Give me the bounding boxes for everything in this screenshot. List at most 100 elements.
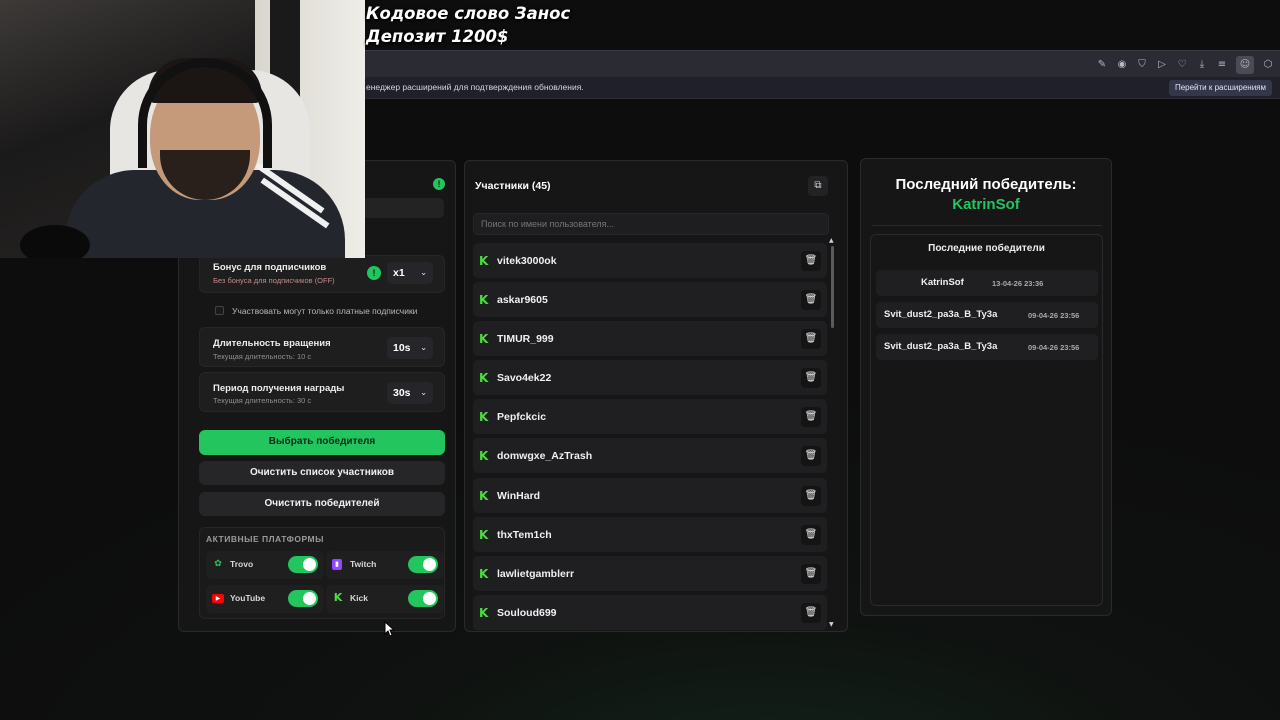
participant-row[interactable]: K Pepfckcic 🗑: [473, 399, 827, 434]
participant-row[interactable]: K WinHard 🗑: [473, 478, 827, 513]
participant-list: K vitek3000ok 🗑 K askar9605 🗑 K TIMUR_99…: [473, 242, 827, 630]
spin-duration-title: Длительность вращения: [213, 338, 331, 349]
participant-search-input[interactable]: [473, 213, 829, 235]
youtube-icon: ▶: [212, 594, 224, 603]
kick-icon: K: [479, 606, 489, 620]
winner-name: KatrinSof: [921, 277, 964, 288]
subscriber-bonus-title: Бонус для подписчиков: [213, 262, 327, 273]
twitch-icon: ▮: [332, 559, 342, 570]
go-to-extensions-button[interactable]: Перейти к расширениям: [1168, 80, 1272, 96]
settings-input[interactable]: [360, 198, 444, 218]
trash-icon[interactable]: 🗑: [801, 564, 821, 584]
participant-row[interactable]: K Souloud699 🗑: [473, 595, 827, 630]
kick-icon: K: [479, 293, 489, 307]
trash-icon[interactable]: 🗑: [801, 525, 821, 545]
pick-winner-button[interactable]: Выбрать победителя: [199, 430, 445, 455]
trash-icon[interactable]: 🗑: [801, 446, 821, 466]
extension-icon[interactable]: ⬡: [1262, 59, 1274, 71]
participant-row[interactable]: K thxTem1ch 🗑: [473, 517, 827, 552]
scroll-thumb[interactable]: [831, 246, 834, 328]
user-icon[interactable]: ☺: [1236, 55, 1254, 74]
participant-row[interactable]: K askar9605 🗑: [473, 282, 827, 317]
winner-row: Svit_dust2_pa3a_B_Ty3a 09-04-26 23:56: [876, 334, 1098, 360]
kick-icon: K: [479, 528, 489, 542]
participant-name: lawlietgamblerr: [497, 568, 575, 580]
last-winner-heading: Последний победитель: KatrinSof: [862, 175, 1110, 215]
trash-icon[interactable]: 🗑: [801, 329, 821, 349]
winner-row: Svit_dust2_pa3a_B_Ty3a 09-04-26 23:56: [876, 302, 1098, 328]
play-icon[interactable]: ▷: [1156, 59, 1168, 71]
kick-toggle[interactable]: [408, 590, 438, 607]
menu-icon[interactable]: ≡: [1216, 59, 1228, 71]
download-icon[interactable]: ⤓: [1196, 59, 1208, 71]
copy-icon[interactable]: ⧉: [808, 176, 828, 196]
browser-toolbar-icons: ✎ ◉ ⛉ ▷ ♡ ⤓ ≡ ☺ ⬡: [1096, 51, 1280, 78]
info-icon[interactable]: !: [367, 266, 381, 280]
youtube-toggle[interactable]: [288, 590, 318, 607]
info-icon[interactable]: !: [433, 178, 445, 190]
participant-name: Pepfckcic: [497, 411, 547, 423]
notification-text: енеджер расширений для подтверждения обн…: [366, 82, 584, 92]
paid-only-checkbox[interactable]: [215, 306, 224, 315]
participant-row[interactable]: K vitek3000ok 🗑: [473, 243, 827, 278]
winner-date: 09-04-26 23:56: [1028, 311, 1080, 320]
spin-duration-subtitle: Текущая длительность: 10 с: [213, 352, 312, 361]
winner-name: Svit_dust2_pa3a_B_Ty3a: [884, 309, 998, 320]
last-winner-name: KatrinSof: [952, 196, 1020, 213]
trash-icon[interactable]: 🗑: [801, 251, 821, 271]
participant-name: Souloud699: [497, 607, 557, 619]
claim-period-value: 30s: [393, 387, 411, 399]
recent-winners-title: Последние победители: [928, 243, 1045, 254]
paid-only-label: Участвовать могут только платные подписч…: [232, 306, 418, 316]
winner-row: KatrinSof 13-04-26 23:36: [876, 270, 1098, 296]
trovo-icon: ✿: [214, 559, 222, 569]
subscriber-bonus-select[interactable]: x1 ⌄: [387, 262, 433, 284]
trash-icon[interactable]: 🗑: [801, 368, 821, 388]
participant-row[interactable]: K domwgxe_AzTrash 🗑: [473, 438, 827, 473]
platform-kick: K Kick: [326, 585, 444, 613]
camera-icon[interactable]: ◉: [1116, 59, 1128, 71]
platform-trovo: ✿ Trovo: [206, 551, 324, 579]
spin-duration-value: 10s: [393, 342, 411, 354]
chevron-down-icon: ⌄: [420, 388, 427, 397]
platforms-section-label: АКТИВНЫЕ ПЛАТФОРМЫ: [206, 534, 324, 544]
participants-title: Участники (45): [475, 180, 551, 192]
kick-icon: K: [333, 591, 343, 604]
trovo-toggle[interactable]: [288, 556, 318, 573]
stream-overlay-text: Кодовое слово Занос Депозит 1200$: [366, 2, 570, 48]
chevron-down-icon: ⌄: [420, 268, 427, 277]
participant-row[interactable]: K lawlietgamblerr 🗑: [473, 556, 827, 591]
claim-period-subtitle: Текущая длительность: 30 с: [213, 396, 312, 405]
overlay-line-2: Депозит 1200$: [366, 27, 509, 46]
trash-icon[interactable]: 🗑: [801, 407, 821, 427]
kick-icon: K: [479, 489, 489, 503]
trash-icon[interactable]: 🗑: [801, 603, 821, 623]
kick-icon: K: [479, 254, 489, 268]
scroll-down-icon[interactable]: ▼: [829, 621, 834, 628]
kick-icon: K: [479, 410, 489, 424]
shield-icon[interactable]: ⛉: [1136, 59, 1148, 71]
trash-icon[interactable]: 🗑: [801, 486, 821, 506]
platform-twitch: ▮ Twitch: [326, 551, 444, 579]
edit-icon[interactable]: ✎: [1096, 59, 1108, 71]
participant-name: TIMUR_999: [497, 333, 554, 345]
clear-winners-button[interactable]: Очистить победителей: [199, 492, 445, 516]
participant-row[interactable]: K Savo4ek22 🗑: [473, 360, 827, 395]
clear-participants-button[interactable]: Очистить список участников: [199, 461, 445, 485]
participant-scrollbar[interactable]: ▲ ▼: [829, 237, 835, 630]
winner-name: Svit_dust2_pa3a_B_Ty3a: [884, 341, 998, 352]
twitch-toggle[interactable]: [408, 556, 438, 573]
last-winner-label: Последний победитель:: [895, 176, 1077, 193]
claim-period-select[interactable]: 30s ⌄: [387, 382, 433, 404]
participant-name: WinHard: [497, 490, 541, 502]
spin-duration-select[interactable]: 10s ⌄: [387, 337, 433, 359]
divider: [872, 225, 1102, 226]
platform-label: Trovo: [230, 559, 254, 569]
heart-icon[interactable]: ♡: [1176, 59, 1188, 71]
participant-row[interactable]: K TIMUR_999 🗑: [473, 321, 827, 356]
trash-icon[interactable]: 🗑: [801, 290, 821, 310]
claim-period-title: Период получения награды: [213, 383, 345, 394]
scroll-up-icon[interactable]: ▲: [829, 237, 834, 244]
kick-icon: K: [479, 567, 489, 581]
toggle-knob: [303, 592, 316, 605]
